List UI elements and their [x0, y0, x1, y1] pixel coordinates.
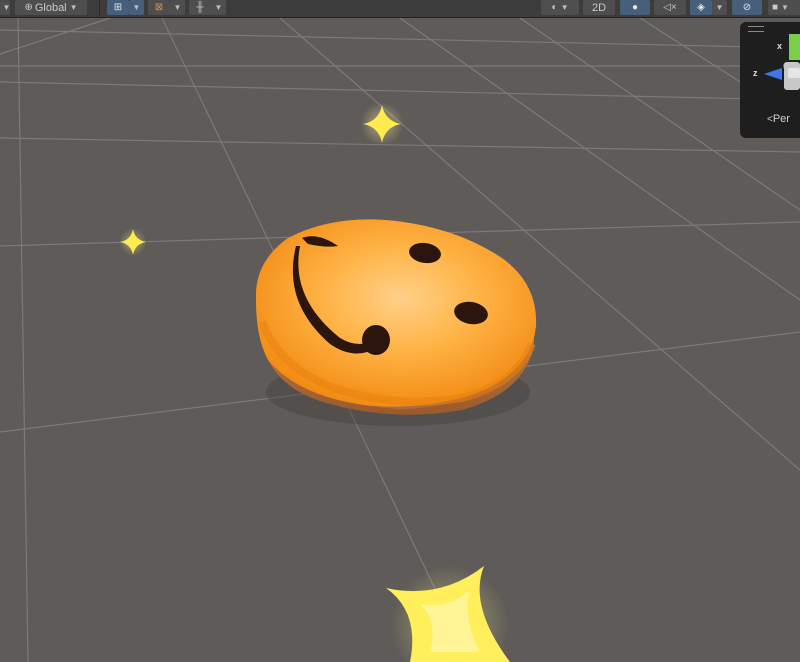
pivot-rotation-label: Global — [34, 1, 67, 14]
audio-toggle-button[interactable]: ◁× — [654, 0, 686, 15]
toolbar-divider — [99, 0, 100, 15]
chevron-down-icon: ▼ — [781, 3, 789, 12]
scene-viewport[interactable] — [0, 18, 800, 662]
increment-snap-dropdown[interactable]: ▼ — [170, 0, 185, 15]
chevron-down-icon: ▼ — [2, 3, 11, 12]
ruler-icon: ╫ — [196, 1, 204, 13]
sparkle-left — [119, 228, 147, 256]
lighting-toggle-button[interactable]: ● — [620, 0, 650, 15]
toggle-2d-label: 2D — [591, 1, 607, 14]
ruler-dropdown[interactable]: ▼ — [211, 0, 226, 15]
smiley-donut-model[interactable] — [255, 219, 537, 426]
audio-mute-icon: ◁× — [663, 1, 677, 13]
ruler-button[interactable]: ╫ — [189, 0, 211, 15]
grid-snap-button[interactable]: ⊞ — [107, 0, 129, 15]
grid-snap-icon: ⊞ — [113, 1, 123, 13]
sparkle-top — [360, 102, 404, 146]
chevron-down-icon: ▼ — [69, 3, 78, 12]
increment-snap-icon: ⊠ — [154, 1, 164, 13]
scene-effects-dropdown[interactable]: ▼ — [712, 0, 727, 15]
scene-visibility-icon: ⊘ — [742, 1, 752, 13]
camera-settings-button[interactable]: ■ ▼ — [768, 0, 800, 15]
orientation-gizmo[interactable]: x z <Per — [740, 22, 800, 138]
chevron-down-icon: ▼ — [715, 3, 724, 12]
projection-toggle[interactable]: <Per — [767, 113, 790, 125]
globe-icon: ⊕ — [24, 1, 33, 13]
chevron-down-icon: ▼ — [132, 3, 141, 12]
camera-icon: ■ — [772, 1, 779, 13]
gizmo-z-label: z — [753, 68, 758, 78]
lightbulb-icon: ● — [631, 1, 639, 13]
axis-gizmo-icon[interactable] — [740, 22, 800, 112]
shading-mode-dropdown[interactable]: ◐ ▼ — [541, 0, 579, 15]
chevron-down-icon: ▼ — [173, 3, 182, 12]
projection-label: Per — [772, 113, 790, 125]
scene-visibility-button[interactable]: ⊘ — [732, 0, 762, 15]
toggle-2d-button[interactable]: 2D — [583, 0, 615, 15]
pivot-rotation-dropdown[interactable]: ⊕ Global ▼ — [15, 0, 87, 15]
increment-snap-button[interactable]: ⊠ — [148, 0, 170, 15]
scene-toolbar: ▼ ⊕ Global ▼ ⊞ ▼ ⊠ ▼ ╫ ▼ ◐ ▼ 2D ● ◁× ◈ ▼… — [0, 0, 800, 18]
shading-mode-icon: ◐ — [551, 1, 558, 13]
grid-snap-dropdown[interactable]: ▼ — [129, 0, 144, 15]
scene-effects-button[interactable]: ◈ — [690, 0, 712, 15]
chevron-down-icon: ▼ — [214, 3, 223, 12]
toolbar-left-dropdown[interactable]: ▼ — [0, 0, 10, 15]
sparkle-bottom — [386, 565, 510, 662]
gizmo-x-label: x — [777, 41, 783, 51]
scene-effects-icon: ◈ — [697, 1, 705, 13]
chevron-down-icon: ▼ — [560, 3, 569, 12]
